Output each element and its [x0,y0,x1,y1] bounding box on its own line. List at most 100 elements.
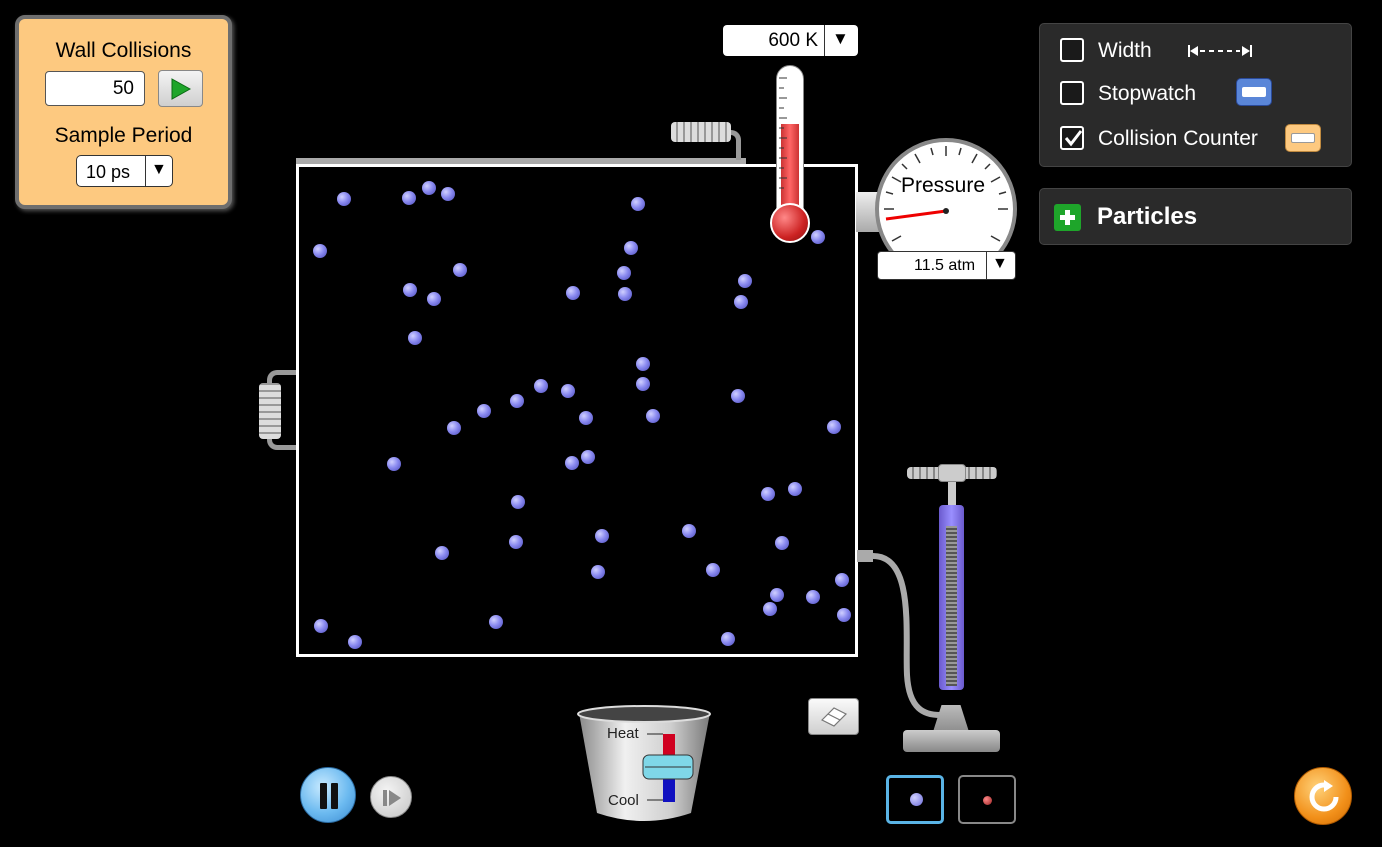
thermometer-ticks [779,77,787,189]
width-label: Width [1098,39,1152,62]
gas-particle [734,295,748,309]
collision-counter-label: Collision Counter [1098,127,1258,150]
gas-particle [761,487,775,501]
thermometer-bulb [770,203,810,243]
light-species-button[interactable] [958,775,1016,824]
wall-collisions-title: Wall Collisions [55,39,192,62]
step-icon [383,790,401,806]
temperature-combo[interactable]: 600 K ▼ [723,25,858,56]
pressure-label: Pressure [901,174,986,197]
gas-particle [770,588,784,602]
eraser-icon [820,707,848,727]
pressure-units-combo[interactable]: 11.5 atm ▼ [877,251,1016,280]
gas-particle [509,535,523,549]
gas-particle [402,191,416,205]
checkmark-icon [1064,130,1083,147]
gas-particle [636,357,650,371]
gas-particle [624,241,638,255]
play-icon [171,78,191,100]
gas-particle [827,420,841,434]
step-forward-button[interactable] [370,776,412,818]
pump-handle-grip[interactable] [938,464,966,482]
gas-particle [313,244,327,258]
reset-all-button[interactable] [1294,767,1352,825]
pump-base [903,730,1000,752]
gas-particle [441,187,455,201]
width-checkbox[interactable] [1060,38,1084,62]
gas-particle [617,266,631,280]
particles-accordion[interactable]: Particles [1039,188,1352,245]
gas-particle [510,394,524,408]
gas-particle [348,635,362,649]
gas-particle [561,384,575,398]
light-particle-icon [983,796,992,805]
gas-particle [534,379,548,393]
collision-counter-checkbox[interactable] [1060,126,1084,150]
gas-particle [427,292,441,306]
wall-resize-handle[interactable] [259,383,281,439]
gas-particle [618,287,632,301]
gas-particle [835,573,849,587]
gas-particle [837,608,851,622]
gas-particle [403,283,417,297]
gas-particle [591,565,605,579]
sample-period-combo[interactable]: 10 ps ▼ [76,155,173,187]
wall-collisions-panel: Wall Collisions 50 Sample Period 10 ps ▼ [15,15,232,209]
gas-particle [453,263,467,277]
gas-particle [447,421,461,435]
cool-label: Cool [608,792,639,809]
gas-particle [314,619,328,633]
stopwatch-checkbox[interactable] [1060,81,1084,105]
gas-particle [731,389,745,403]
wall-collisions-count: 50 [45,71,145,106]
gas-particle [631,197,645,211]
heat-cool-slider[interactable] [643,755,693,779]
particles-label: Particles [1097,203,1198,230]
collisions-play-button[interactable] [158,70,203,107]
gas-particle [566,286,580,300]
gas-particle [806,590,820,604]
gas-particle [682,524,696,538]
dropdown-arrow-icon: ▼ [992,255,1008,272]
gas-particle [763,602,777,616]
gas-particle [738,274,752,288]
dropdown-arrow-icon: ▼ [832,29,849,48]
gas-particle [477,404,491,418]
gas-particle [579,411,593,425]
sample-period-label: Sample Period [54,124,193,147]
gas-particle [636,377,650,391]
gas-particle [489,615,503,629]
tools-panel: Width Stopwatch Collision Counter [1039,23,1352,167]
pump-hose [857,550,941,718]
gas-particle [595,529,609,543]
gas-particle [581,450,595,464]
gas-particle [775,536,789,550]
width-arrows-icon [1188,45,1252,57]
stopwatch-icon [1236,78,1272,106]
gas-particle [811,230,825,244]
gas-particle [422,181,436,195]
heat-label: Heat [607,725,639,742]
sample-period-value: 10 ps [86,162,131,182]
lid-handle[interactable] [671,122,731,142]
stopwatch-label: Stopwatch [1098,82,1197,105]
plus-icon[interactable] [1054,204,1081,231]
gas-particle [387,457,401,471]
gas-particle [337,192,351,206]
temperature-value: 600 K [768,30,818,51]
heavy-species-button[interactable] [886,775,944,824]
dropdown-arrow-icon: ▼ [151,161,167,178]
gas-particle [565,456,579,470]
collision-counter-icon [1285,124,1321,152]
gas-particle [408,331,422,345]
gas-particle [646,409,660,423]
gas-particle [511,495,525,509]
erase-particles-button[interactable] [808,698,859,735]
heavy-particle-icon [910,793,923,806]
reset-icon [1309,780,1339,812]
pause-button[interactable] [300,767,356,823]
gas-particle [788,482,802,496]
pump-chamber [946,526,957,686]
gas-container [296,164,858,657]
gas-particle [435,546,449,560]
